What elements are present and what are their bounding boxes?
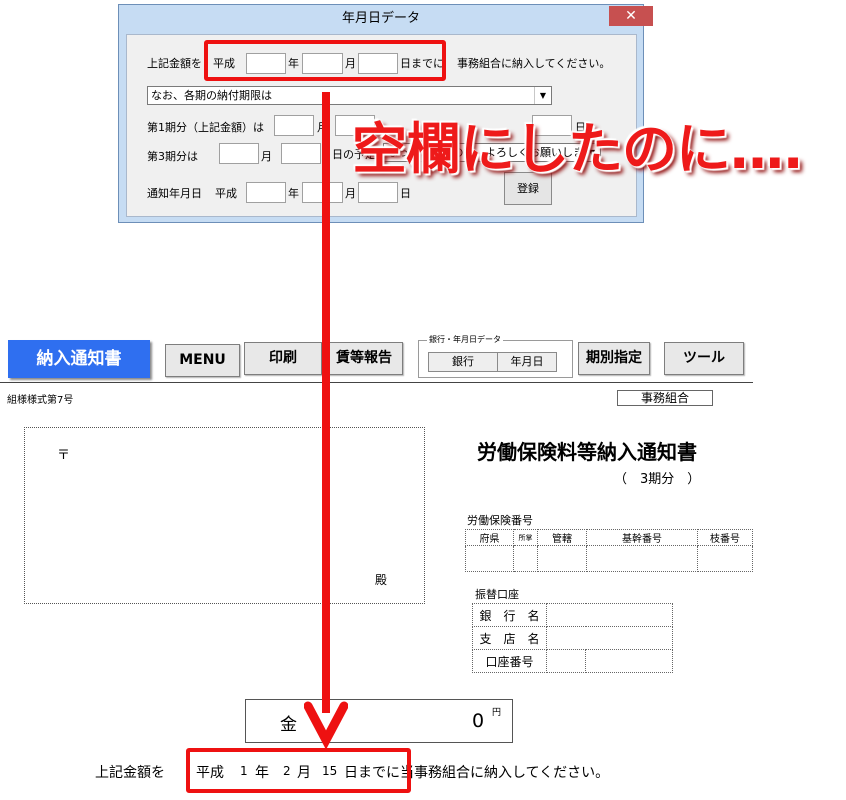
row3-month-input[interactable] bbox=[274, 115, 314, 136]
insurance-header: 府県 bbox=[465, 529, 514, 546]
row4-month-label: 月 bbox=[261, 150, 272, 163]
period-button[interactable]: 期別指定 bbox=[578, 342, 650, 375]
row5-year-input[interactable] bbox=[246, 182, 286, 203]
row1-suffix: 事務組合に納入してください。 bbox=[457, 57, 611, 70]
row5-day-label: 日 bbox=[400, 187, 411, 200]
transfer-cell bbox=[585, 649, 673, 673]
insurance-cell bbox=[586, 545, 698, 572]
row5-year-label: 年 bbox=[288, 187, 299, 200]
insurance-cell bbox=[465, 545, 514, 572]
postal-mark: 〒 bbox=[57, 448, 71, 463]
dialog-title: 年月日データ bbox=[341, 11, 420, 26]
transfer-row-label: 支 店 名 bbox=[472, 626, 547, 650]
bank-button[interactable]: 銀行 bbox=[428, 352, 498, 372]
transfer-cell bbox=[546, 649, 586, 673]
doc-title: 労働保険料等納入通知書 bbox=[477, 440, 697, 464]
jimu-label: 事務組合 bbox=[617, 390, 713, 406]
toolbar-divider bbox=[0, 382, 753, 383]
transfer-table: 銀 行 名 支 店 名 口座番号 bbox=[472, 603, 673, 673]
row5-era: 平成 bbox=[215, 187, 237, 200]
address-box: 〒 殿 bbox=[24, 427, 425, 604]
annotation-text: 空欄にしたのに‥‥ bbox=[352, 117, 802, 181]
row4-day-input[interactable] bbox=[281, 143, 321, 164]
amount-value: 0 bbox=[472, 710, 485, 732]
insurance-no-table: 府県 所掌 管轄 基幹番号 枝番号 bbox=[465, 529, 753, 572]
print-button[interactable]: 印刷 bbox=[244, 342, 322, 375]
highlight-box-bottom bbox=[186, 748, 411, 793]
chevron-down-icon[interactable]: ▼ bbox=[534, 87, 551, 104]
date-button[interactable]: 年月日 bbox=[497, 352, 557, 372]
amount-label: 金 bbox=[280, 715, 297, 735]
row5-day-input[interactable] bbox=[358, 182, 398, 203]
amount-unit: 円 bbox=[492, 708, 502, 718]
close-icon[interactable]: ✕ bbox=[609, 6, 653, 26]
insurance-cell bbox=[513, 545, 538, 572]
row1-label: 上記金額を bbox=[147, 57, 202, 70]
form-number: 組様様式第7号 bbox=[7, 395, 74, 406]
insurance-header: 所掌 bbox=[513, 529, 538, 546]
amount-box: 金 0 円 bbox=[245, 699, 513, 743]
bottom-prefix: 上記金額を bbox=[95, 765, 165, 781]
transfer-row-label: 銀 行 名 bbox=[472, 603, 547, 627]
highlight-box-dialog bbox=[204, 40, 446, 81]
row5-month-label: 月 bbox=[345, 187, 356, 200]
insurance-header: 枝番号 bbox=[697, 529, 753, 546]
insurance-header: 基幹番号 bbox=[586, 529, 698, 546]
transfer-label: 振替口座 bbox=[475, 588, 519, 601]
insurance-cell bbox=[697, 545, 753, 572]
transfer-cell bbox=[546, 626, 673, 650]
transfer-row-label: 口座番号 bbox=[472, 649, 547, 673]
insurance-no-label: 労働保険番号 bbox=[467, 514, 533, 527]
due-date-combo-text: なお、各期の納付期限は bbox=[151, 89, 272, 102]
arrow-down-icon bbox=[304, 701, 348, 748]
row3-label: 第1期分（上記金額）は bbox=[147, 121, 264, 134]
menu-button[interactable]: MENU bbox=[165, 344, 240, 377]
arrow-shaft bbox=[322, 92, 330, 713]
bottom-suffix: 当事務組合に納入してください。 bbox=[400, 765, 610, 781]
report-button[interactable]: 賃等報告 bbox=[325, 342, 403, 375]
row4-month-input[interactable] bbox=[219, 143, 259, 164]
tools-button[interactable]: ツール bbox=[664, 342, 744, 375]
transfer-cell bbox=[546, 603, 673, 627]
title-button[interactable]: 納入通知書 bbox=[8, 340, 150, 378]
insurance-header: 管轄 bbox=[537, 529, 587, 546]
honorific: 殿 bbox=[375, 573, 388, 587]
row5-label: 通知年月日 bbox=[147, 187, 202, 200]
row4-label: 第3期分は bbox=[147, 150, 198, 163]
bank-date-group-label: 銀行・年月日データ bbox=[427, 335, 503, 345]
insurance-cell bbox=[537, 545, 587, 572]
period-text: （ 3期分 ） bbox=[614, 472, 701, 487]
due-date-combo[interactable]: なお、各期の納付期限は ▼ bbox=[147, 86, 552, 105]
